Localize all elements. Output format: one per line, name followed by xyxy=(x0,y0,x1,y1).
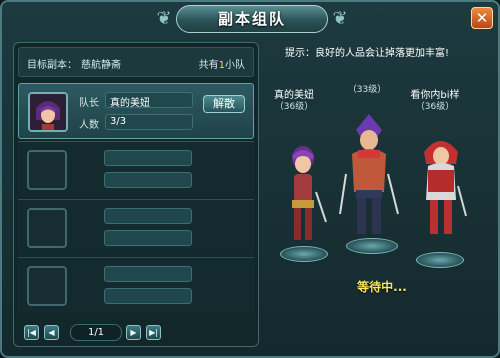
close-button[interactable]: ✕ xyxy=(471,7,493,29)
hero-2-pedestal xyxy=(346,238,398,254)
leader-name-field: 真的美妞 xyxy=(105,92,193,109)
disband-button[interactable]: 解散 xyxy=(203,95,245,113)
next-page-icon[interactable]: ▶ xyxy=(126,325,141,340)
window-title: 副本组队 xyxy=(176,5,328,33)
hero-3-figure xyxy=(424,141,467,234)
member-count-value: 3/3 xyxy=(110,116,127,127)
empty-count-field xyxy=(104,172,192,188)
team-dungeon-window: ❦ 副本组队 ❦ ✕ 目标副本： 慈航静斋 共有1小队 队长 真的美妞 人数 3… xyxy=(0,0,500,358)
team-slot-2[interactable] xyxy=(18,141,254,197)
target-dungeon-label: 目标副本： xyxy=(27,60,77,71)
waiting-status: 等待中... xyxy=(357,280,407,294)
member-count-field: 3/3 xyxy=(105,114,193,130)
dungeon-info-bar: 目标副本： 慈航静斋 共有1小队 xyxy=(18,47,254,77)
leader-avatar xyxy=(28,92,68,132)
hero-2-level: （33级） xyxy=(347,85,387,95)
title-right-ornament-icon: ❦ xyxy=(332,8,348,29)
empty-avatar xyxy=(27,208,67,248)
team-slot-4[interactable] xyxy=(18,257,254,313)
leader-label: 队长 xyxy=(79,98,99,109)
empty-leader-field xyxy=(104,266,192,282)
team-slot-1[interactable]: 队长 真的美妞 人数 3/3 解散 xyxy=(18,83,254,139)
first-page-icon[interactable]: |◀ xyxy=(24,325,39,340)
leader-name: 真的美妞 xyxy=(110,98,150,109)
hero-3-pedestal xyxy=(416,252,464,268)
team-slot-3[interactable] xyxy=(18,199,254,255)
team-count: 共有1小队 xyxy=(198,60,245,71)
prev-page-icon[interactable]: ◀ xyxy=(44,325,59,340)
hero-1-pedestal xyxy=(280,246,328,262)
empty-leader-field xyxy=(104,150,192,166)
last-page-icon[interactable]: ▶| xyxy=(146,325,161,340)
empty-count-field xyxy=(104,288,192,304)
tip-text: 提示：良好的人品会让掉落更加丰富! xyxy=(285,48,450,59)
pagination: |◀ ◀ 1/1 ▶ ▶| xyxy=(18,323,254,343)
title-left-ornament-icon: ❦ xyxy=(156,8,172,29)
page-indicator: 1/1 xyxy=(70,324,122,341)
hero-1-level: （36级） xyxy=(274,102,314,112)
hero-2-figure xyxy=(339,114,399,234)
empty-avatar xyxy=(27,150,67,190)
empty-leader-field xyxy=(104,208,192,224)
target-dungeon-name: 慈航静斋 xyxy=(81,60,121,71)
empty-count-field xyxy=(104,230,192,246)
hero-3-level: （36级） xyxy=(415,102,455,112)
member-count-label: 人数 xyxy=(79,120,99,131)
team-list-panel: 目标副本： 慈航静斋 共有1小队 队长 真的美妞 人数 3/3 解散 |◀ ◀ … xyxy=(13,42,259,347)
empty-avatar xyxy=(27,266,67,306)
hero-1-figure xyxy=(292,146,327,240)
